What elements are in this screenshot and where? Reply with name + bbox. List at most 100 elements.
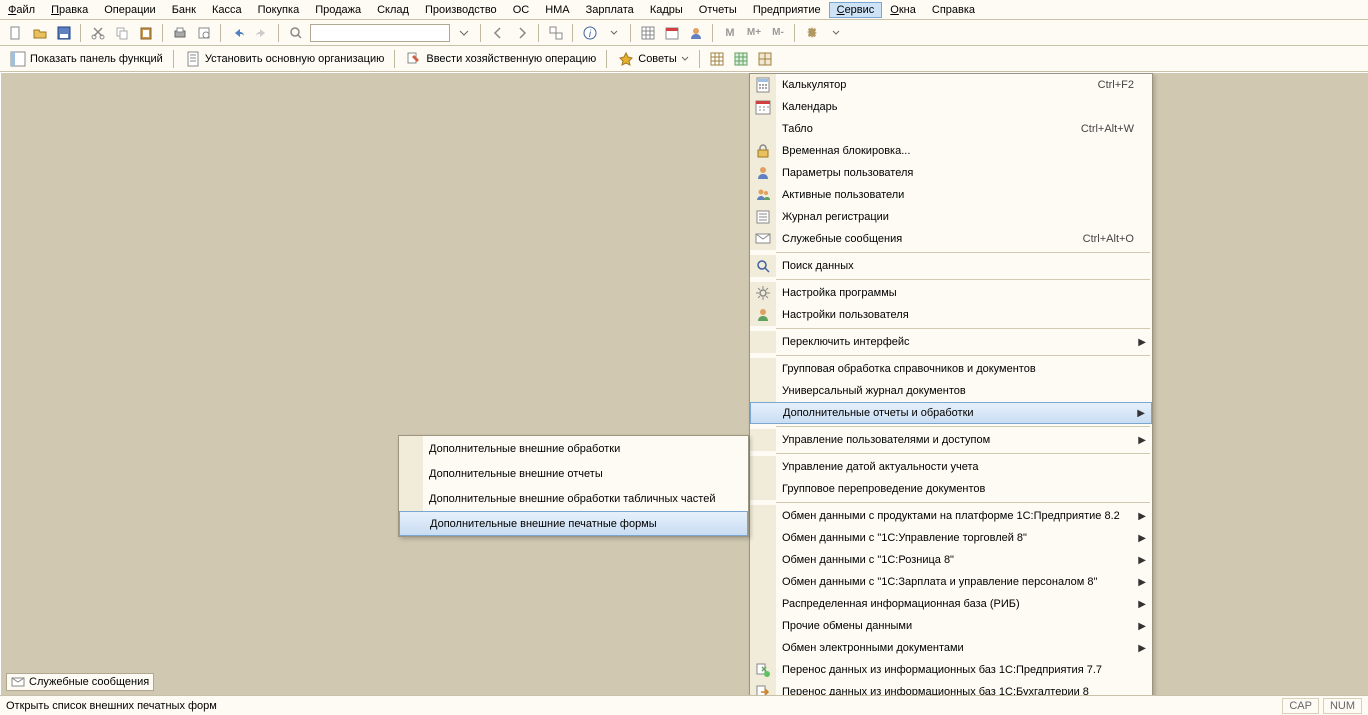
log-icon [750, 206, 776, 228]
menu-item[interactable]: ОС [505, 2, 538, 18]
menu-item[interactable]: Служебные сообщенияCtrl+Alt+O [750, 228, 1152, 250]
grid2-icon[interactable] [731, 49, 751, 69]
menu-item[interactable]: Покупка [250, 2, 308, 18]
menu-item[interactable]: Настройки пользователя [750, 304, 1152, 326]
blank-icon [400, 512, 424, 535]
separator [712, 24, 714, 42]
menu-item[interactable]: Журнал регистрации [750, 206, 1152, 228]
menu-item[interactable]: Файл [0, 2, 43, 18]
cut-icon[interactable] [88, 23, 108, 43]
blank-icon [750, 380, 776, 402]
menu-item[interactable]: Предприятие [745, 2, 829, 18]
search-icon[interactable] [286, 23, 306, 43]
help-icon[interactable]: i [580, 23, 600, 43]
menu-item[interactable]: ТаблоCtrl+Alt+W [750, 118, 1152, 140]
windows-icon[interactable] [546, 23, 566, 43]
menu-label: Универсальный журнал документов [776, 385, 1152, 397]
save-icon[interactable] [54, 23, 74, 43]
blank-icon [751, 403, 777, 423]
separator [80, 24, 82, 42]
dropdown-icon[interactable] [454, 23, 474, 43]
menu-item[interactable]: Универсальный журнал документов [750, 380, 1152, 402]
menu-item[interactable]: Календарь [750, 96, 1152, 118]
set-org-button[interactable]: Установить основную организацию [181, 49, 389, 69]
menu-item[interactable]: Дополнительные отчеты и обработки▶ [750, 402, 1152, 424]
menu-item[interactable]: Зарплата [578, 2, 642, 18]
menu-item[interactable]: Справка [924, 2, 983, 18]
menu-item[interactable]: Отчеты [691, 2, 745, 18]
menu-item[interactable]: Распределенная информационная база (РИБ)… [750, 593, 1152, 615]
menu-label: Дополнительные отчеты и обработки [777, 407, 1151, 419]
menu-item[interactable]: Настройка программы [750, 282, 1152, 304]
redo-icon[interactable] [252, 23, 272, 43]
enter-op-button[interactable]: Ввести хозяйственную операцию [402, 49, 600, 69]
m-icon[interactable]: M [720, 23, 740, 43]
paste-icon[interactable] [136, 23, 156, 43]
calendar-icon[interactable] [662, 23, 682, 43]
menu-item[interactable]: Операции [96, 2, 163, 18]
menu-item[interactable]: Продажа [307, 2, 369, 18]
table-icon[interactable] [638, 23, 658, 43]
dropdown-icon[interactable] [604, 23, 624, 43]
menu-item[interactable]: Правка [43, 2, 96, 18]
separator [278, 24, 280, 42]
nav-fwd-icon[interactable] [512, 23, 532, 43]
grid1-icon[interactable] [707, 49, 727, 69]
label: Показать панель функций [30, 53, 163, 65]
menu-item[interactable]: Обмен данными с "1С:Управление торговлей… [750, 527, 1152, 549]
menu-item[interactable]: Обмен данными с "1С:Розница 8"▶ [750, 549, 1152, 571]
user-icon[interactable] [686, 23, 706, 43]
m-plus-icon[interactable]: M+ [744, 23, 764, 43]
search-input[interactable] [310, 24, 450, 42]
menu-label: Обмен данными с продуктами на платформе … [776, 510, 1152, 522]
menu-item[interactable]: Обмен данными с продуктами на платформе … [750, 505, 1152, 527]
new-doc-icon[interactable] [6, 23, 26, 43]
nav-back-icon[interactable] [488, 23, 508, 43]
submenu-item[interactable]: Дополнительные внешние отчеты [399, 461, 748, 486]
menu-item[interactable]: КалькуляторCtrl+F2 [750, 74, 1152, 96]
menu-item[interactable]: Производство [417, 2, 505, 18]
separator [606, 50, 608, 68]
menu-item[interactable]: Банк [164, 2, 204, 18]
menu-item[interactable]: Обмен электронными документами▶ [750, 637, 1152, 659]
menu-item[interactable]: Временная блокировка... [750, 140, 1152, 162]
grid3-icon[interactable] [755, 49, 775, 69]
advice-button[interactable]: Советы [614, 49, 692, 69]
menu-item[interactable]: Сервис [829, 2, 883, 18]
menu-item[interactable]: Групповое перепроведение документов [750, 478, 1152, 500]
separator [776, 453, 1150, 454]
print-icon[interactable] [170, 23, 190, 43]
menu-item[interactable]: Кадры [642, 2, 691, 18]
menu-item[interactable]: Групповая обработка справочников и докум… [750, 358, 1152, 380]
settings-icon[interactable] [802, 23, 822, 43]
preview-icon[interactable] [194, 23, 214, 43]
menu-item[interactable]: Переключить интерфейс▶ [750, 331, 1152, 353]
dropdown-icon[interactable] [826, 23, 846, 43]
menu-item[interactable]: Окна [882, 2, 924, 18]
submenu-item[interactable]: Дополнительные внешние обработки [399, 436, 748, 461]
open-icon[interactable] [30, 23, 50, 43]
menu-item[interactable]: Управление пользователями и доступом▶ [750, 429, 1152, 451]
menu-item[interactable]: Обмен данными с "1С:Зарплата и управлени… [750, 571, 1152, 593]
menu-item[interactable]: Прочие обмены данными▶ [750, 615, 1152, 637]
menu-item[interactable]: Параметры пользователя [750, 162, 1152, 184]
submenu-item[interactable]: Дополнительные внешние обработки табличн… [399, 486, 748, 511]
separator [630, 24, 632, 42]
menu-item[interactable]: Поиск данных [750, 255, 1152, 277]
panel-icon [10, 51, 26, 67]
submenu-item[interactable]: Дополнительные внешние печатные формы [399, 511, 748, 536]
calc-icon [750, 74, 776, 96]
copy-icon[interactable] [112, 23, 132, 43]
blank-icon [750, 429, 776, 451]
menu-item[interactable]: Управление датой актуальности учета [750, 456, 1152, 478]
show-functions-button[interactable]: Показать панель функций [6, 49, 167, 69]
submenu-arrow-icon: ▶ [1138, 555, 1146, 566]
menu-item[interactable]: Активные пользователи [750, 184, 1152, 206]
menu-item[interactable]: Склад [369, 2, 417, 18]
undo-icon[interactable] [228, 23, 248, 43]
messages-bar[interactable]: Служебные сообщения [6, 673, 154, 691]
m-minus-icon[interactable]: M- [768, 23, 788, 43]
menu-item[interactable]: НМА [537, 2, 577, 18]
menu-item[interactable]: Касса [204, 2, 250, 18]
menu-item[interactable]: Перенос данных из информационных баз 1С:… [750, 659, 1152, 681]
